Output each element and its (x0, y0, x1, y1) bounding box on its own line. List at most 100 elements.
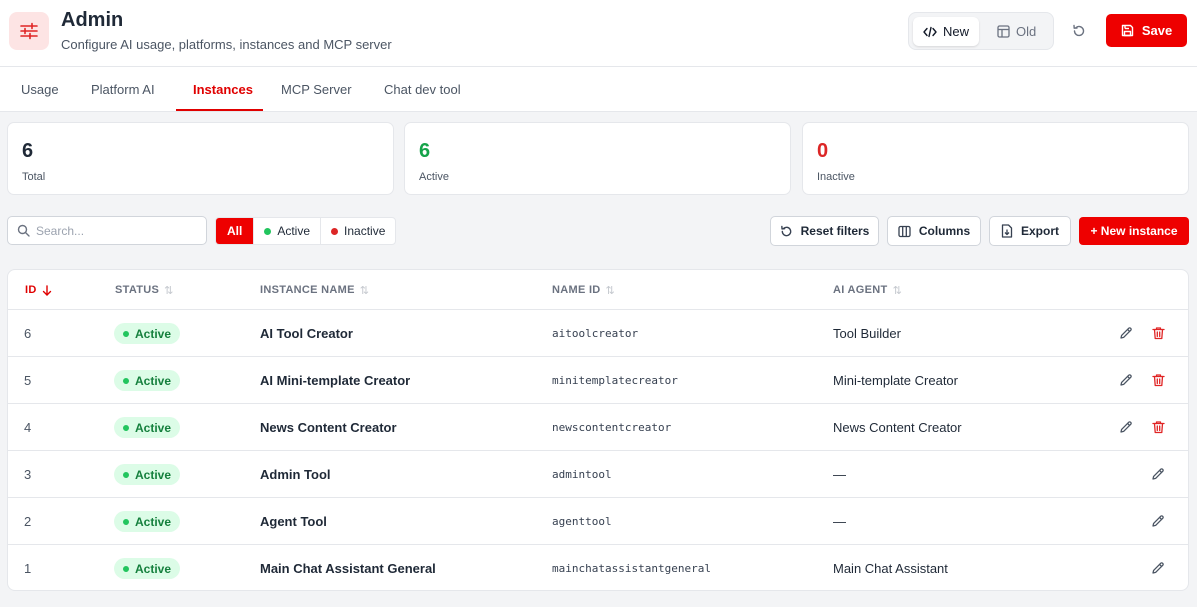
column-header-name-id[interactable]: NAME ID ⇅ (552, 270, 615, 310)
edit-icon[interactable] (1150, 560, 1166, 576)
status-badge: Active (114, 323, 181, 344)
instance-name-id: agenttool (552, 515, 612, 528)
status-dot-icon (331, 227, 339, 235)
table-row[interactable]: 1 Active Main Chat Assistant General mainch… (8, 545, 1188, 590)
status-label: Active (135, 420, 172, 435)
table-row[interactable]: 3 Active Admin Tool admintool — (8, 451, 1188, 498)
edit-icon[interactable] (1118, 419, 1134, 435)
status-dot-icon (123, 518, 129, 525)
column-header-instance-name[interactable]: INSTANCE NAME ⇅ (260, 270, 369, 310)
filter-all-button[interactable]: All (216, 218, 255, 244)
active-tab-indicator (176, 109, 263, 111)
column-header-status[interactable]: STATUS ⇅ (115, 270, 174, 310)
search-input[interactable] (36, 223, 196, 238)
filter-inactive-button[interactable]: Inactive (321, 218, 395, 244)
column-header-label: STATUS (115, 284, 160, 296)
instance-name-id: admintool (552, 468, 612, 481)
status-label: Active (135, 561, 172, 576)
stat-value: 6 (22, 140, 34, 162)
tab-platform-ai[interactable]: Platform AI (91, 67, 155, 112)
table-row[interactable]: 6 Active AI Tool Creator aitoolcreator Tool … (8, 310, 1188, 357)
status-badge: Active (114, 464, 181, 485)
column-header-label: INSTANCE NAME (260, 284, 355, 296)
tab-bar: Usage Platform AI Instances MCP Server C… (0, 67, 1197, 112)
status-badge: Active (114, 370, 181, 391)
toggle-old-button[interactable]: Old (987, 17, 1046, 46)
edit-icon[interactable] (1118, 372, 1134, 388)
toggle-new-button[interactable]: New (913, 17, 980, 46)
stat-value: 0 (817, 140, 829, 162)
row-id: 2 (24, 514, 32, 529)
floppy-disk-icon (1121, 24, 1134, 37)
edit-icon[interactable] (1118, 325, 1134, 341)
ai-agent: — (833, 467, 846, 482)
export-button[interactable]: Export (989, 216, 1071, 246)
status-dot-icon (264, 227, 272, 235)
delete-icon[interactable] (1150, 325, 1166, 341)
edit-icon[interactable] (1150, 513, 1166, 529)
table-row[interactable]: 5 Active AI Mini-template Creator minitempl… (8, 357, 1188, 404)
arrow-down-icon (42, 284, 51, 296)
stat-card-inactive: 0 Inactive (802, 122, 1189, 195)
column-header-label: NAME ID (552, 284, 601, 296)
ai-agent: Tool Builder (833, 326, 901, 341)
status-label: Active (135, 326, 172, 341)
sliders-icon (9, 12, 49, 50)
columns-button[interactable]: Columns (887, 216, 981, 246)
column-header-ai-agent[interactable]: AI AGENT ⇅ (833, 270, 902, 310)
table-row[interactable]: 2 Active Agent Tool agenttool — (8, 498, 1188, 545)
tab-chat-dev-tool[interactable]: Chat dev tool (384, 67, 461, 112)
filter-active-button[interactable]: Active (254, 218, 322, 244)
row-id: 4 (24, 420, 32, 435)
status-cell: Active (114, 310, 181, 357)
tab-mcp-server[interactable]: MCP Server (281, 67, 352, 112)
status-label: Active (135, 514, 172, 529)
rotate-ccw-icon (1073, 24, 1085, 37)
layout-icon (997, 25, 1010, 38)
reset-filters-label: Reset filters (800, 224, 870, 238)
filter-active-label: Active (277, 224, 311, 238)
instance-name: AI Tool Creator (260, 326, 353, 341)
status-cell: Active (114, 545, 181, 590)
tab-usage[interactable]: Usage (21, 67, 59, 112)
status-filter: All Active Inactive (215, 217, 397, 245)
delete-icon[interactable] (1150, 419, 1166, 435)
page-subtitle: Configure AI usage, platforms, instances… (61, 37, 392, 52)
toggle-old-label: Old (1016, 24, 1037, 39)
stat-card-active: 6 Active (404, 122, 791, 195)
save-label: Save (1141, 23, 1173, 38)
search-box (7, 216, 207, 245)
sort-icon: ⇅ (892, 284, 903, 297)
status-badge: Active (114, 511, 181, 532)
column-header-label: ID (25, 284, 37, 296)
status-cell: Active (114, 357, 181, 404)
column-header-label: AI AGENT (833, 284, 888, 296)
instance-name: AI Mini-template Creator (260, 373, 411, 388)
page-title: Admin (61, 9, 124, 31)
columns-icon (898, 225, 911, 237)
new-instance-button[interactable]: + New instance (1079, 217, 1189, 245)
instance-name: Main Chat Assistant General (260, 561, 436, 576)
status-cell: Active (114, 498, 181, 545)
column-header-id[interactable]: ID (25, 270, 52, 310)
delete-icon[interactable] (1150, 372, 1166, 388)
stat-label: Total (22, 171, 46, 183)
instance-name-id: mainchatassistantgeneral (552, 562, 711, 575)
status-badge: Active (114, 558, 181, 579)
reset-button[interactable] (1068, 20, 1090, 42)
table-row[interactable]: 4 Active News Content Creator newscontentcr… (8, 404, 1188, 451)
search-icon (17, 224, 30, 237)
status-label: Active (135, 467, 172, 482)
reset-filters-button[interactable]: Reset filters (770, 216, 879, 246)
version-toggle: New Old (908, 12, 1054, 50)
edit-icon[interactable] (1150, 466, 1166, 482)
filter-inactive-label: Inactive (344, 224, 386, 238)
instance-name: Admin Tool (260, 467, 331, 482)
save-button[interactable]: Save (1106, 14, 1187, 47)
sort-icon: ⇅ (164, 284, 174, 297)
status-dot-icon (123, 330, 129, 337)
stat-label: Active (419, 171, 449, 183)
stat-value: 6 (419, 140, 431, 162)
row-id: 5 (24, 373, 32, 388)
tab-instances[interactable]: Instances (193, 67, 253, 112)
